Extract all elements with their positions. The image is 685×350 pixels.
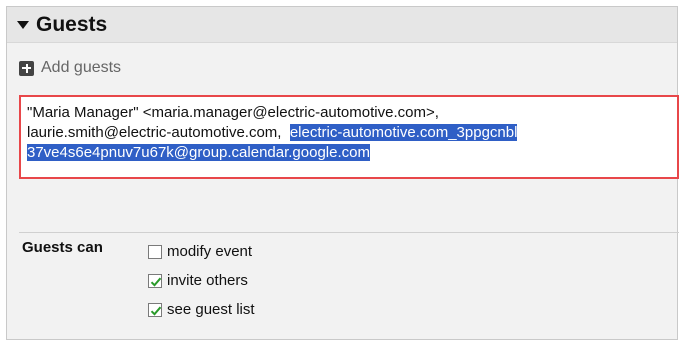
divider bbox=[19, 232, 679, 233]
option-label: see guest list bbox=[167, 301, 255, 318]
selected-text: electric-automotive.com_3ppgcnbl bbox=[289, 124, 518, 141]
option-label: invite others bbox=[167, 272, 248, 289]
plus-box-icon bbox=[19, 60, 34, 76]
option-see-guest-list[interactable]: see guest list bbox=[148, 295, 255, 324]
guest-list-field[interactable]: "Maria Manager" <maria.manager@electric-… bbox=[19, 95, 679, 179]
guest-permission-options: modify event invite others see guest lis… bbox=[148, 237, 255, 324]
guest-line-3: 37ve4s6e4pnuv7u67k@group.calendar.google… bbox=[27, 143, 671, 163]
guest-line-1: "Maria Manager" <maria.manager@electric-… bbox=[27, 104, 439, 121]
guests-section-header[interactable]: Guests bbox=[7, 7, 677, 43]
guest-line-2: laurie.smith@electric-automotive.com, el… bbox=[27, 124, 518, 141]
collapse-triangle-icon[interactable] bbox=[17, 21, 29, 29]
modify-event-checkbox[interactable] bbox=[148, 244, 162, 259]
section-title: Guests bbox=[36, 12, 108, 36]
guests-can-label: Guests can bbox=[22, 239, 103, 256]
option-label: modify event bbox=[167, 243, 253, 260]
option-modify-event[interactable]: modify event bbox=[148, 237, 255, 266]
selected-text: 37ve4s6e4pnuv7u67k@group.calendar.google… bbox=[27, 144, 370, 161]
guests-panel: Guests Add guests "Maria Manager" <maria… bbox=[6, 6, 679, 340]
check-icon bbox=[150, 306, 162, 316]
add-guests-label: Add guests bbox=[41, 59, 122, 76]
invite-others-checkbox[interactable] bbox=[148, 273, 162, 288]
check-icon bbox=[150, 277, 162, 287]
add-guests-link[interactable]: Add guests bbox=[19, 59, 121, 77]
option-invite-others[interactable]: invite others bbox=[148, 266, 255, 295]
see-guest-list-checkbox[interactable] bbox=[148, 302, 162, 317]
